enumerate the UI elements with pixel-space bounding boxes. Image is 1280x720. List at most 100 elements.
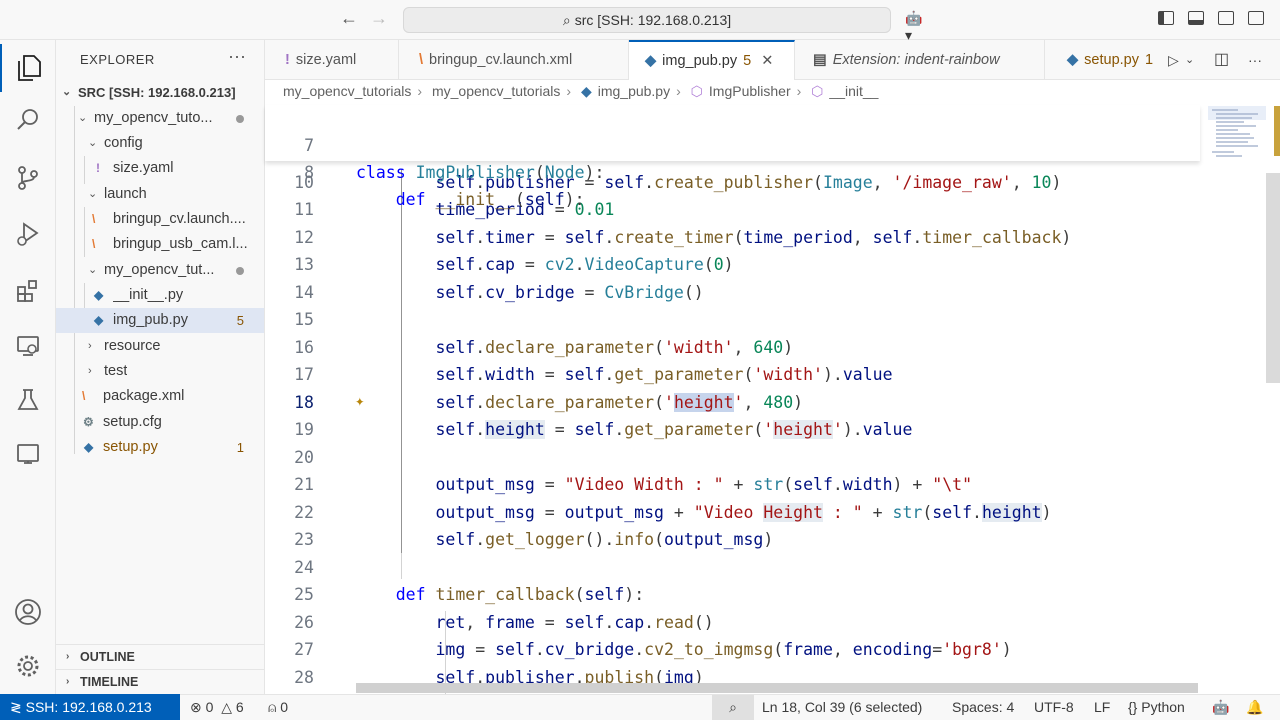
chevron-right-icon: ›: [66, 651, 70, 662]
remote-indicator[interactable]: ≷ SSH: 192.168.0.213: [0, 694, 180, 720]
customize-layout-icon[interactable]: [1248, 10, 1268, 28]
close-icon[interactable]: ✕: [761, 53, 773, 69]
chevron-down-icon: ⌄: [88, 137, 98, 149]
search-icon[interactable]: [0, 96, 56, 144]
cursor-position[interactable]: Ln 18, Col 39 (6 selected): [762, 695, 922, 720]
toggle-sidebar-icon[interactable]: [1158, 10, 1178, 28]
tree-file-size-yaml[interactable]: ! size.yaml: [56, 156, 264, 181]
overview-ruler-marker: [1274, 106, 1280, 156]
sticky-scroll[interactable]: 7 class ImgPublisher(Node): 8 def __init…: [265, 105, 1200, 209]
xml-file-icon: \: [419, 52, 424, 68]
vertical-scrollbar[interactable]: [1266, 173, 1280, 383]
problems-indicator[interactable]: ⊗ 0 △ 6: [190, 695, 244, 720]
chevron-right-icon: ›: [66, 676, 70, 687]
tab-size-yaml[interactable]: ! size.yaml: [265, 40, 399, 80]
tab-bringup-cv-launch[interactable]: \ bringup_cv.launch.xml: [399, 40, 629, 80]
extensions-icon[interactable]: [0, 266, 56, 314]
problem-count-badge: 5: [743, 53, 752, 69]
search-icon: ⌕: [562, 12, 571, 28]
tab-extension-indent-rainbow[interactable]: ▤ Extension: indent-rainbow: [795, 40, 1045, 80]
chevron-right-icon: ›: [796, 83, 802, 99]
python-file-icon: ◆: [94, 288, 104, 302]
language-mode[interactable]: {} Python: [1128, 695, 1185, 720]
outline-section[interactable]: › OUTLINE: [56, 644, 264, 669]
python-file-icon: ◆: [645, 53, 657, 69]
editor-tab-bar: ! size.yaml \ bringup_cv.launch.xml ◆ img_p…: [265, 40, 1280, 80]
tree-folder-config[interactable]: ⌄ config: [56, 131, 264, 156]
source-control-icon[interactable]: [0, 154, 56, 202]
copilot-status-icon[interactable]: 🤖: [1212, 695, 1229, 720]
copilot-icon[interactable]: 🤖▾: [905, 10, 925, 43]
testing-icon[interactable]: [0, 376, 56, 424]
more-actions-icon[interactable]: ···: [1248, 40, 1278, 80]
yaml-file-icon: !: [96, 161, 100, 175]
tree-file-img-pub-py[interactable]: ◆ img_pub.py 5: [56, 308, 264, 333]
status-bar: ≷ SSH: 192.168.0.213 ⊗ 0 △ 6 ⍝ 0 ⌕ Ln 18…: [0, 694, 1280, 720]
eol-setting[interactable]: LF: [1094, 695, 1110, 720]
radio-tower-icon: ⍝: [268, 699, 277, 715]
remote-icon: ≷: [10, 699, 26, 715]
chevron-right-icon: ›: [676, 83, 681, 99]
breadcrumb-item[interactable]: ImgPublisher: [709, 83, 791, 99]
modified-dot: [236, 267, 244, 275]
back-arrow-icon[interactable]: ←: [337, 8, 361, 29]
tab-img-pub-py[interactable]: ◆ img_pub.py 5 ✕: [629, 40, 795, 80]
ports-indicator[interactable]: ⍝ 0: [268, 695, 288, 720]
forward-arrow-icon[interactable]: →: [367, 8, 391, 29]
breadcrumb-item[interactable]: img_pub.py: [598, 83, 670, 99]
toggle-panel-icon[interactable]: [1188, 10, 1208, 28]
python-file-icon: ◆: [94, 313, 104, 327]
warning-icon: △: [221, 699, 232, 715]
python-file-icon: ◆: [580, 83, 592, 99]
minimap[interactable]: [1208, 106, 1266, 166]
tree-file-bringup-cv-launch[interactable]: \ bringup_cv.launch....: [56, 207, 264, 232]
python-file-icon: ◆: [1067, 52, 1079, 68]
manage-gear-icon[interactable]: [0, 642, 56, 690]
class-symbol-icon: ⬡: [690, 83, 703, 99]
tree-folder-test[interactable]: › test: [56, 359, 264, 384]
terminal-panel-icon[interactable]: [0, 430, 56, 478]
horizontal-scrollbar[interactable]: [356, 683, 1198, 693]
problem-count-badge: 5: [236, 313, 244, 328]
notifications-bell-icon[interactable]: 🔔: [1246, 695, 1263, 720]
xml-file-icon: \: [92, 237, 96, 251]
chevron-right-icon: ›: [88, 340, 92, 352]
activity-bar: [0, 40, 56, 694]
toggle-secondary-sidebar-icon[interactable]: [1218, 10, 1238, 28]
chevron-right-icon: ›: [88, 365, 92, 377]
code-editor[interactable]: 7 class ImgPublisher(Node): 8 def __init…: [265, 105, 1280, 694]
indentation-setting[interactable]: Spaces: 4: [952, 695, 1014, 720]
breadcrumb-item[interactable]: __init__: [829, 83, 878, 99]
tree-file-setup-cfg[interactable]: ⚙ setup.cfg: [56, 410, 264, 435]
tree-folder-resource[interactable]: › resource: [56, 334, 264, 359]
problem-count-badge: 1: [236, 440, 244, 455]
breadcrumb-item[interactable]: my_opencv_tutorials: [283, 83, 411, 99]
more-actions-icon[interactable]: ···: [228, 46, 246, 67]
xml-file-icon: \: [82, 389, 86, 403]
modified-dot: [236, 115, 244, 123]
tree-file-setup-py[interactable]: ◆ setup.py 1: [56, 435, 264, 460]
tab-setup-py[interactable]: ◆ setup.py 1: [1045, 40, 1165, 80]
chevron-down-icon: ⌄: [62, 86, 72, 98]
encoding-setting[interactable]: UTF-8: [1034, 695, 1074, 720]
tree-folder-my-opencv-tut-inner[interactable]: ⌄ my_opencv_tut...: [56, 258, 264, 283]
tree-folder-launch[interactable]: ⌄ launch: [56, 182, 264, 207]
tree-file-bringup-usb-cam[interactable]: \ bringup_usb_cam.l...: [56, 232, 264, 257]
tree-file-package-xml[interactable]: \ package.xml: [56, 384, 264, 409]
tree-file-init-py[interactable]: ◆ __init__.py: [56, 283, 264, 308]
account-icon[interactable]: [0, 588, 56, 636]
remote-explorer-icon[interactable]: [0, 322, 56, 370]
tree-folder-my-opencv-tutorials[interactable]: ⌄ my_opencv_tuto...: [56, 106, 264, 131]
zoom-icon[interactable]: ⌕: [712, 695, 754, 720]
run-debug-icon[interactable]: [0, 210, 56, 258]
workspace-root[interactable]: ⌄ SRC [SSH: 192.168.0.213]: [56, 80, 264, 105]
xml-file-icon: \: [92, 212, 96, 226]
explorer-icon[interactable]: [0, 44, 56, 92]
breadcrumb-item[interactable]: my_opencv_tutorials: [432, 83, 560, 99]
split-editor-icon[interactable]: ◫: [1214, 40, 1244, 80]
gear-file-icon: ⚙: [83, 415, 94, 429]
timeline-section[interactable]: › TIMELINE: [56, 669, 264, 694]
extension-icon: ▤: [813, 52, 827, 68]
run-dropdown-chevron-icon[interactable]: ⌄: [1185, 40, 1209, 80]
command-center-search[interactable]: ⌕ src [SSH: 192.168.0.213]: [403, 7, 891, 33]
